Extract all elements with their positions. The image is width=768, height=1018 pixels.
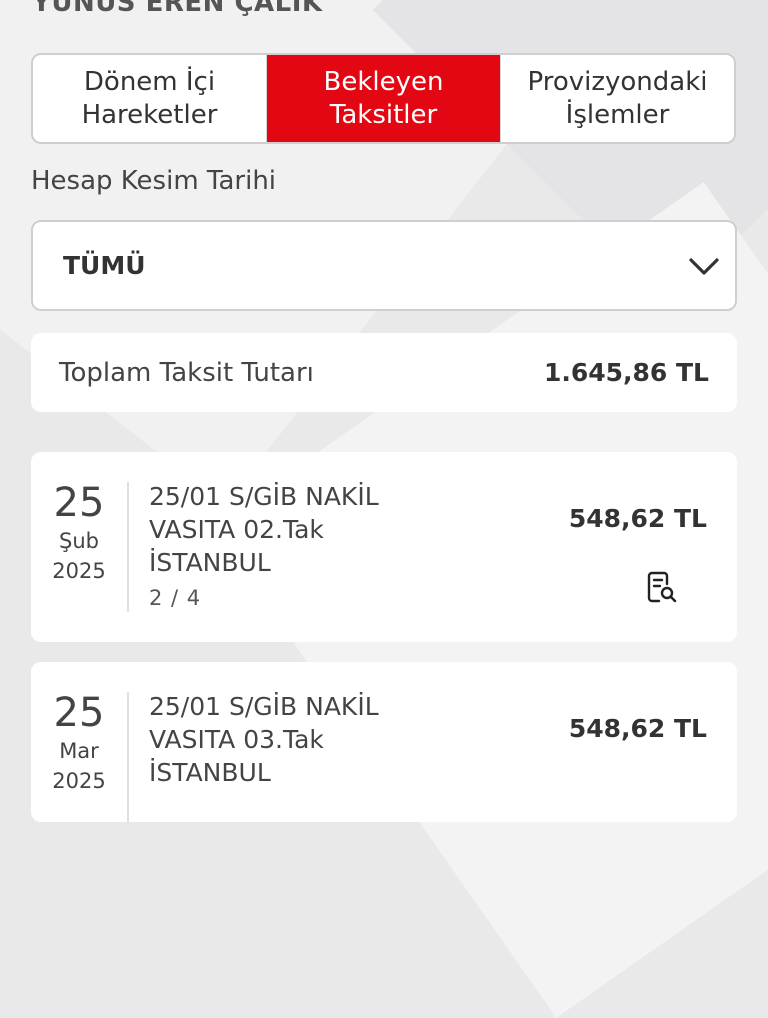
- installment-amount: 548,62 TL: [568, 714, 707, 743]
- installment-card[interactable]: 25 Mar 2025 25/01 S/GİB NAKİL VASITA 03.…: [31, 662, 737, 822]
- description-line: İSTANBUL: [149, 548, 271, 577]
- date-year: 2025: [52, 769, 106, 793]
- chevron-down-icon: [687, 249, 721, 283]
- date-day: 25: [53, 690, 105, 736]
- statement-date-label: Hesap Kesim Tarihi: [31, 166, 277, 196]
- date-month: Mar: [59, 739, 99, 763]
- tab-label: Provizyondaki İşlemler: [527, 66, 708, 130]
- transaction-description: 25/01 S/GİB NAKİL VASITA 03.Tak İSTANBUL: [149, 690, 449, 789]
- total-value: 1.645,86 TL: [543, 358, 709, 387]
- transaction-description: 25/01 S/GİB NAKİL VASITA 02.Tak İSTANBUL: [149, 480, 449, 579]
- installment-date: 25 Şub 2025: [31, 480, 127, 586]
- date-month: Şub: [59, 529, 99, 553]
- divider: [127, 692, 129, 822]
- divider: [127, 482, 129, 612]
- tab-bekleyen-taksitler[interactable]: Bekleyen Taksitler: [266, 55, 500, 142]
- tab-label: Dönem İçi Hareketler: [81, 66, 218, 130]
- installment-date: 25 Mar 2025: [31, 690, 127, 796]
- tab-label: Bekleyen Taksitler: [323, 66, 444, 130]
- description-line: VASITA 02.Tak: [149, 515, 324, 544]
- description-line: VASITA 03.Tak: [149, 725, 324, 754]
- total-installment-summary: Toplam Taksit Tutarı 1.645,86 TL: [31, 333, 737, 412]
- receipt-search-icon[interactable]: [645, 570, 679, 604]
- installment-amount: 548,62 TL: [568, 504, 707, 533]
- statement-date-dropdown[interactable]: TÜMÜ: [31, 220, 737, 311]
- tab-provizyondaki-islemler[interactable]: Provizyondaki İşlemler: [500, 55, 734, 142]
- date-year: 2025: [52, 559, 106, 583]
- installment-count: 2 / 4: [149, 586, 202, 610]
- dropdown-selected-value: TÜMÜ: [63, 251, 146, 280]
- owner-name: YUNUS EREN ÇALIK: [32, 0, 323, 18]
- total-label: Toplam Taksit Tutarı: [59, 357, 314, 388]
- installment-card[interactable]: 25 Şub 2025 25/01 S/GİB NAKİL VASITA 02.…: [31, 452, 737, 642]
- description-line: 25/01 S/GİB NAKİL: [149, 692, 379, 721]
- description-line: 25/01 S/GİB NAKİL: [149, 482, 379, 511]
- description-line: İSTANBUL: [149, 758, 271, 787]
- tab-donem-ici-hareketler[interactable]: Dönem İçi Hareketler: [33, 55, 266, 142]
- date-day: 25: [53, 480, 105, 526]
- segmented-tabs: Dönem İçi Hareketler Bekleyen Taksitler …: [31, 53, 736, 144]
